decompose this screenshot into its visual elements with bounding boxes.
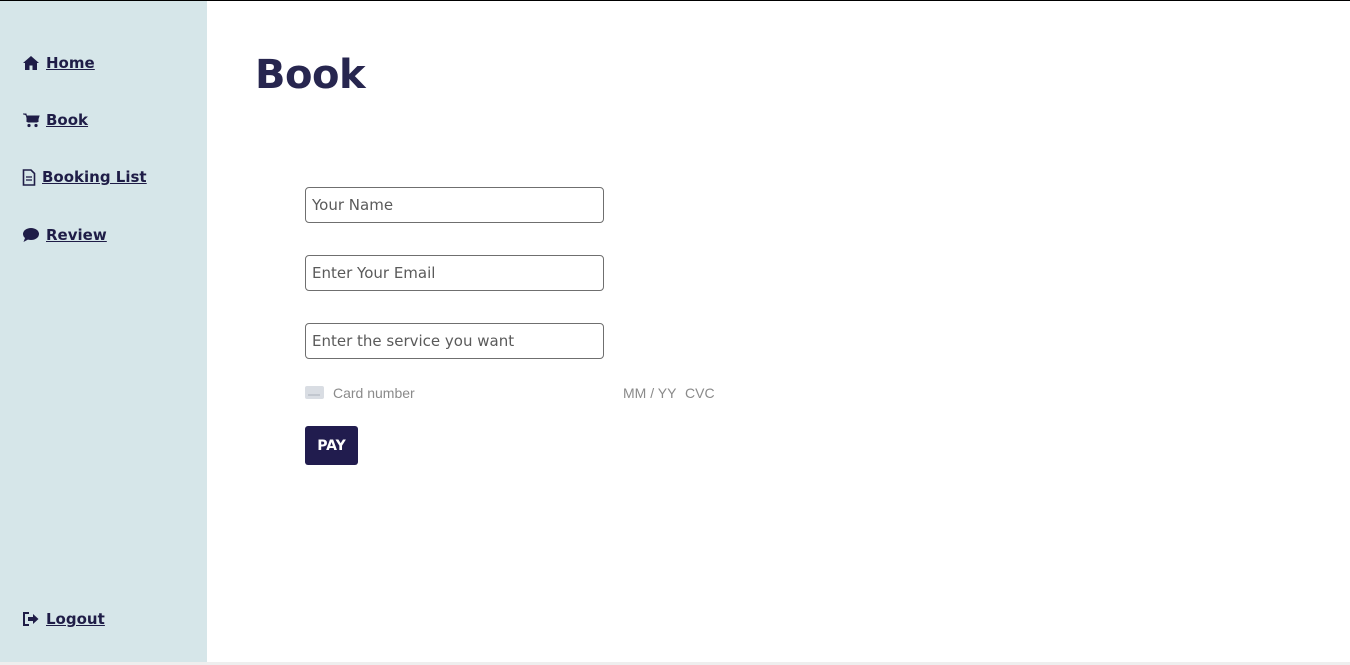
card-number-field[interactable]: Card number <box>333 385 415 401</box>
name-field[interactable] <box>305 187 604 223</box>
logout-label: Logout <box>46 610 105 628</box>
sidebar-item-label: Review <box>46 226 107 244</box>
cart-icon <box>22 112 40 128</box>
page-title: Book <box>255 52 366 98</box>
home-icon <box>22 55 40 71</box>
sidebar-item-label: Book <box>46 111 89 129</box>
sidebar-item-book[interactable]: Book <box>22 111 88 129</box>
sidebar-item-home[interactable]: Home <box>22 54 95 72</box>
sidebar-item-booking-list[interactable]: Booking List <box>22 168 147 186</box>
sidebar-item-label: Home <box>46 54 95 72</box>
credit-card-icon <box>305 386 324 399</box>
service-field[interactable] <box>305 323 604 359</box>
comment-icon <box>22 227 40 243</box>
sidebar-item-label: Booking List <box>42 168 147 186</box>
pay-button[interactable]: PAY <box>305 426 358 465</box>
logout-link[interactable]: Logout <box>22 610 105 628</box>
card-element[interactable]: Card number MM / YY CVC <box>305 383 725 403</box>
document-icon <box>22 168 36 186</box>
card-expiry-field[interactable]: MM / YY <box>623 385 676 401</box>
sign-out-icon <box>22 611 40 627</box>
card-cvc-field[interactable]: CVC <box>685 385 715 401</box>
sidebar: Home Book Booking List Review Logout <box>0 1 207 662</box>
email-field[interactable] <box>305 255 604 291</box>
sidebar-item-review[interactable]: Review <box>22 226 107 244</box>
